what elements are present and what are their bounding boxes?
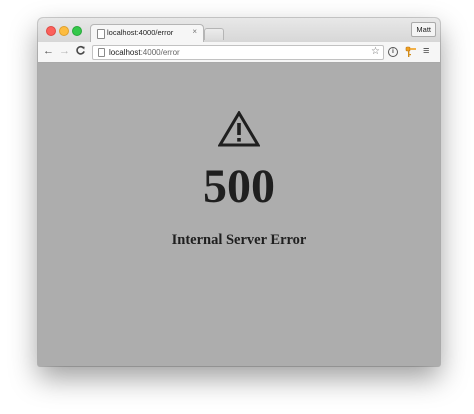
bookmark-star-icon[interactable]: ☆ — [371, 46, 380, 58]
profile-button[interactable]: Matt — [411, 22, 436, 37]
reload-icon[interactable] — [75, 45, 86, 60]
browser-toolbar: ← → localhost:4000/error ☆ i ≡ — [38, 42, 440, 63]
address-bar[interactable]: localhost:4000/error ☆ — [92, 45, 384, 60]
page-content: 500 Internal Server Error — [38, 63, 440, 366]
info-icon[interactable]: i — [388, 47, 398, 57]
address-host: localhost — [109, 48, 141, 57]
tab-close-icon[interactable]: × — [192, 27, 197, 36]
address-url: localhost:4000/error — [109, 47, 180, 58]
page-icon — [97, 29, 105, 39]
warning-icon — [218, 111, 260, 147]
minimize-window-button[interactable] — [59, 26, 69, 36]
close-window-button[interactable] — [46, 26, 56, 36]
new-tab-button[interactable] — [204, 28, 224, 40]
back-arrow-icon[interactable]: ← — [43, 45, 54, 58]
maximize-window-button[interactable] — [72, 26, 82, 36]
tab-localhost-error[interactable]: localhost:4000/error × — [90, 24, 204, 43]
page-icon — [98, 48, 105, 57]
tab-title: localhost:4000/error — [107, 28, 174, 37]
title-bar: localhost:4000/error × Matt — [38, 18, 440, 43]
address-path: :4000/error — [140, 48, 180, 57]
key-extension-icon[interactable] — [405, 45, 417, 57]
browser-window: localhost:4000/error × Matt ← → localhos… — [38, 18, 440, 366]
forward-arrow-icon[interactable]: → — [59, 45, 70, 58]
status-message: Internal Server Error — [171, 232, 307, 248]
status-code: 500 — [203, 160, 275, 213]
menu-icon[interactable]: ≡ — [423, 45, 429, 57]
